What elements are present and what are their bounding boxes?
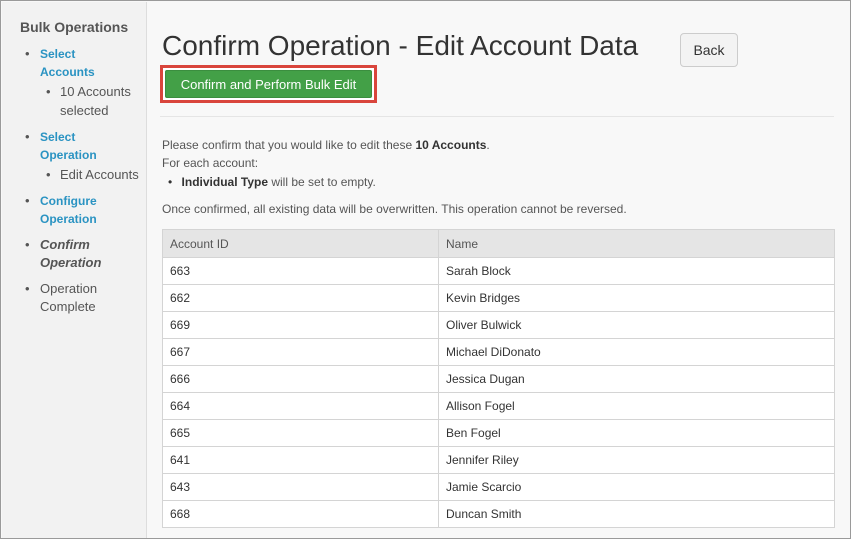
confirm-button-highlight: Confirm and Perform Bulk Edit <box>160 65 377 103</box>
step-select-operation-link[interactable]: Select Operation <box>40 128 120 164</box>
account-name-cell: Duncan Smith <box>438 500 835 528</box>
account-id-cell: 664 <box>162 392 439 420</box>
step-operation-complete-label: Operation Complete <box>40 281 98 314</box>
column-header-account-id: Account ID <box>162 229 439 258</box>
table-row: 641 Jennifer Riley <box>162 446 835 474</box>
substep-edit-accounts: Edit Accounts <box>40 165 145 184</box>
table-row: 665 Ben Fogel <box>162 419 835 447</box>
app-frame: Bulk Operations Select Accounts 10 Accou… <box>0 0 851 539</box>
account-id-cell: 667 <box>162 338 439 366</box>
step-list: Select Accounts 10 Accounts selected Sel… <box>20 45 145 324</box>
table-row: 667 Michael DiDonato <box>162 338 835 366</box>
step-select-accounts: Select Accounts 10 Accounts selected <box>20 45 145 120</box>
field-name: Individual Type <box>181 175 269 189</box>
back-button[interactable]: Back <box>680 33 738 67</box>
step-select-operation: Select Operation Edit Accounts <box>20 128 145 184</box>
account-name-cell: Jennifer Riley <box>438 446 835 474</box>
divider <box>160 116 834 117</box>
account-id-cell: 641 <box>162 446 439 474</box>
account-name-cell: Jamie Scarcio <box>438 473 835 501</box>
accounts-table: Account ID Name 663 Sarah Block 662 Kevin … <box>162 229 835 528</box>
table-row: 663 Sarah Block <box>162 257 835 285</box>
account-name-cell: Oliver Bulwick <box>438 311 835 339</box>
step-confirm-operation-current: Confirm Operation <box>40 237 102 270</box>
table-row: 662 Kevin Bridges <box>162 284 835 312</box>
table-row: 643 Jamie Scarcio <box>162 473 835 501</box>
table-row: 669 Oliver Bulwick <box>162 311 835 339</box>
account-id-cell: 665 <box>162 419 439 447</box>
column-header-name: Name <box>438 229 835 258</box>
account-id-cell: 662 <box>162 284 439 312</box>
account-name-cell: Ben Fogel <box>438 419 835 447</box>
step-confirm-operation: Confirm Operation <box>20 236 145 272</box>
page-title: Confirm Operation - Edit Account Data <box>162 30 639 61</box>
table-header-row: Account ID Name <box>162 229 835 258</box>
table-row: 668 Duncan Smith <box>162 500 835 528</box>
account-id-cell: 643 <box>162 473 439 501</box>
account-count: 10 Accounts <box>415 138 487 152</box>
sidebar-title: Bulk Operations <box>20 19 129 35</box>
field-change-item: Individual Type will be set to empty. <box>162 174 376 190</box>
account-id-cell: 663 <box>162 257 439 285</box>
account-id-cell: 668 <box>162 500 439 528</box>
account-name-cell: Michael DiDonato <box>438 338 835 366</box>
account-name-cell: Kevin Bridges <box>438 284 835 312</box>
step-configure-operation: Configure Operation <box>20 192 145 228</box>
account-name-cell: Sarah Block <box>438 257 835 285</box>
main-content: Confirm Operation - Edit Account Data Ba… <box>148 2 850 538</box>
table-row: 666 Jessica Dugan <box>162 365 835 393</box>
step-operation-complete: Operation Complete <box>20 280 145 316</box>
step-configure-operation-link[interactable]: Configure Operation <box>40 192 120 228</box>
warning-message: Once confirmed, all existing data will b… <box>162 202 627 216</box>
sidebar: Bulk Operations Select Accounts 10 Accou… <box>2 2 147 538</box>
account-id-cell: 669 <box>162 311 439 339</box>
substep-accounts-selected: 10 Accounts selected <box>40 82 145 120</box>
step-select-accounts-link[interactable]: Select Accounts <box>40 45 120 81</box>
for-each-label: For each account: <box>162 156 259 170</box>
confirm-bulk-edit-button[interactable]: Confirm and Perform Bulk Edit <box>165 70 372 98</box>
table-row: 664 Allison Fogel <box>162 392 835 420</box>
account-name-cell: Jessica Dugan <box>438 365 835 393</box>
account-id-cell: 666 <box>162 365 439 393</box>
confirm-message: Please confirm that you would like to ed… <box>162 138 490 152</box>
account-name-cell: Allison Fogel <box>438 392 835 420</box>
